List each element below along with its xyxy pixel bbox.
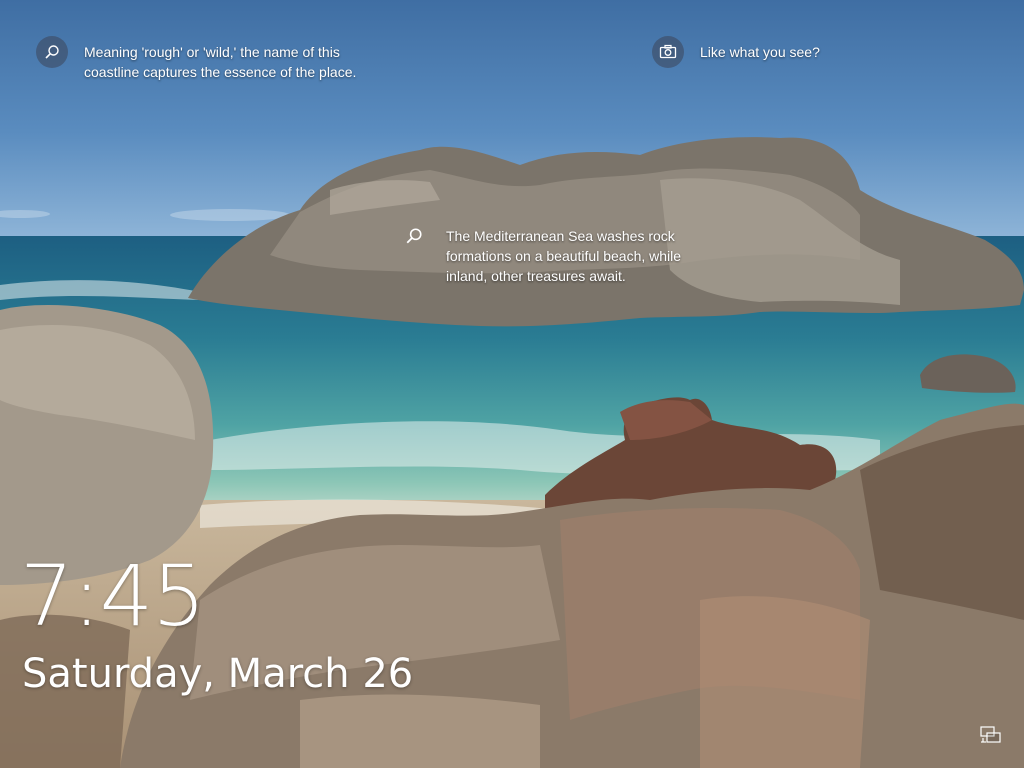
lock-screen[interactable]: Meaning 'rough' or 'wild,' the name of t… xyxy=(0,0,1024,768)
lock-clock-date: Saturday, March 26 xyxy=(22,651,414,697)
lock-clock-time: 7:45 xyxy=(20,547,206,645)
spotlight-coast-fact[interactable]: Meaning 'rough' or 'wild,' the name of t… xyxy=(36,36,369,82)
spotlight-sea-fact-text[interactable]: The Mediterranean Sea washes rock format… xyxy=(446,226,721,286)
search-icon[interactable] xyxy=(36,36,68,68)
spotlight-sea-fact[interactable]: The Mediterranean Sea washes rock format… xyxy=(400,222,721,286)
network-icon[interactable] xyxy=(980,726,1002,744)
spotlight-like-prompt[interactable]: Like what you see? xyxy=(652,36,900,68)
spotlight-coast-fact-text[interactable]: Meaning 'rough' or 'wild,' the name of t… xyxy=(84,42,369,82)
search-icon[interactable] xyxy=(400,222,428,250)
camera-icon[interactable] xyxy=(652,36,684,68)
spotlight-like-prompt-text[interactable]: Like what you see? xyxy=(700,42,900,62)
